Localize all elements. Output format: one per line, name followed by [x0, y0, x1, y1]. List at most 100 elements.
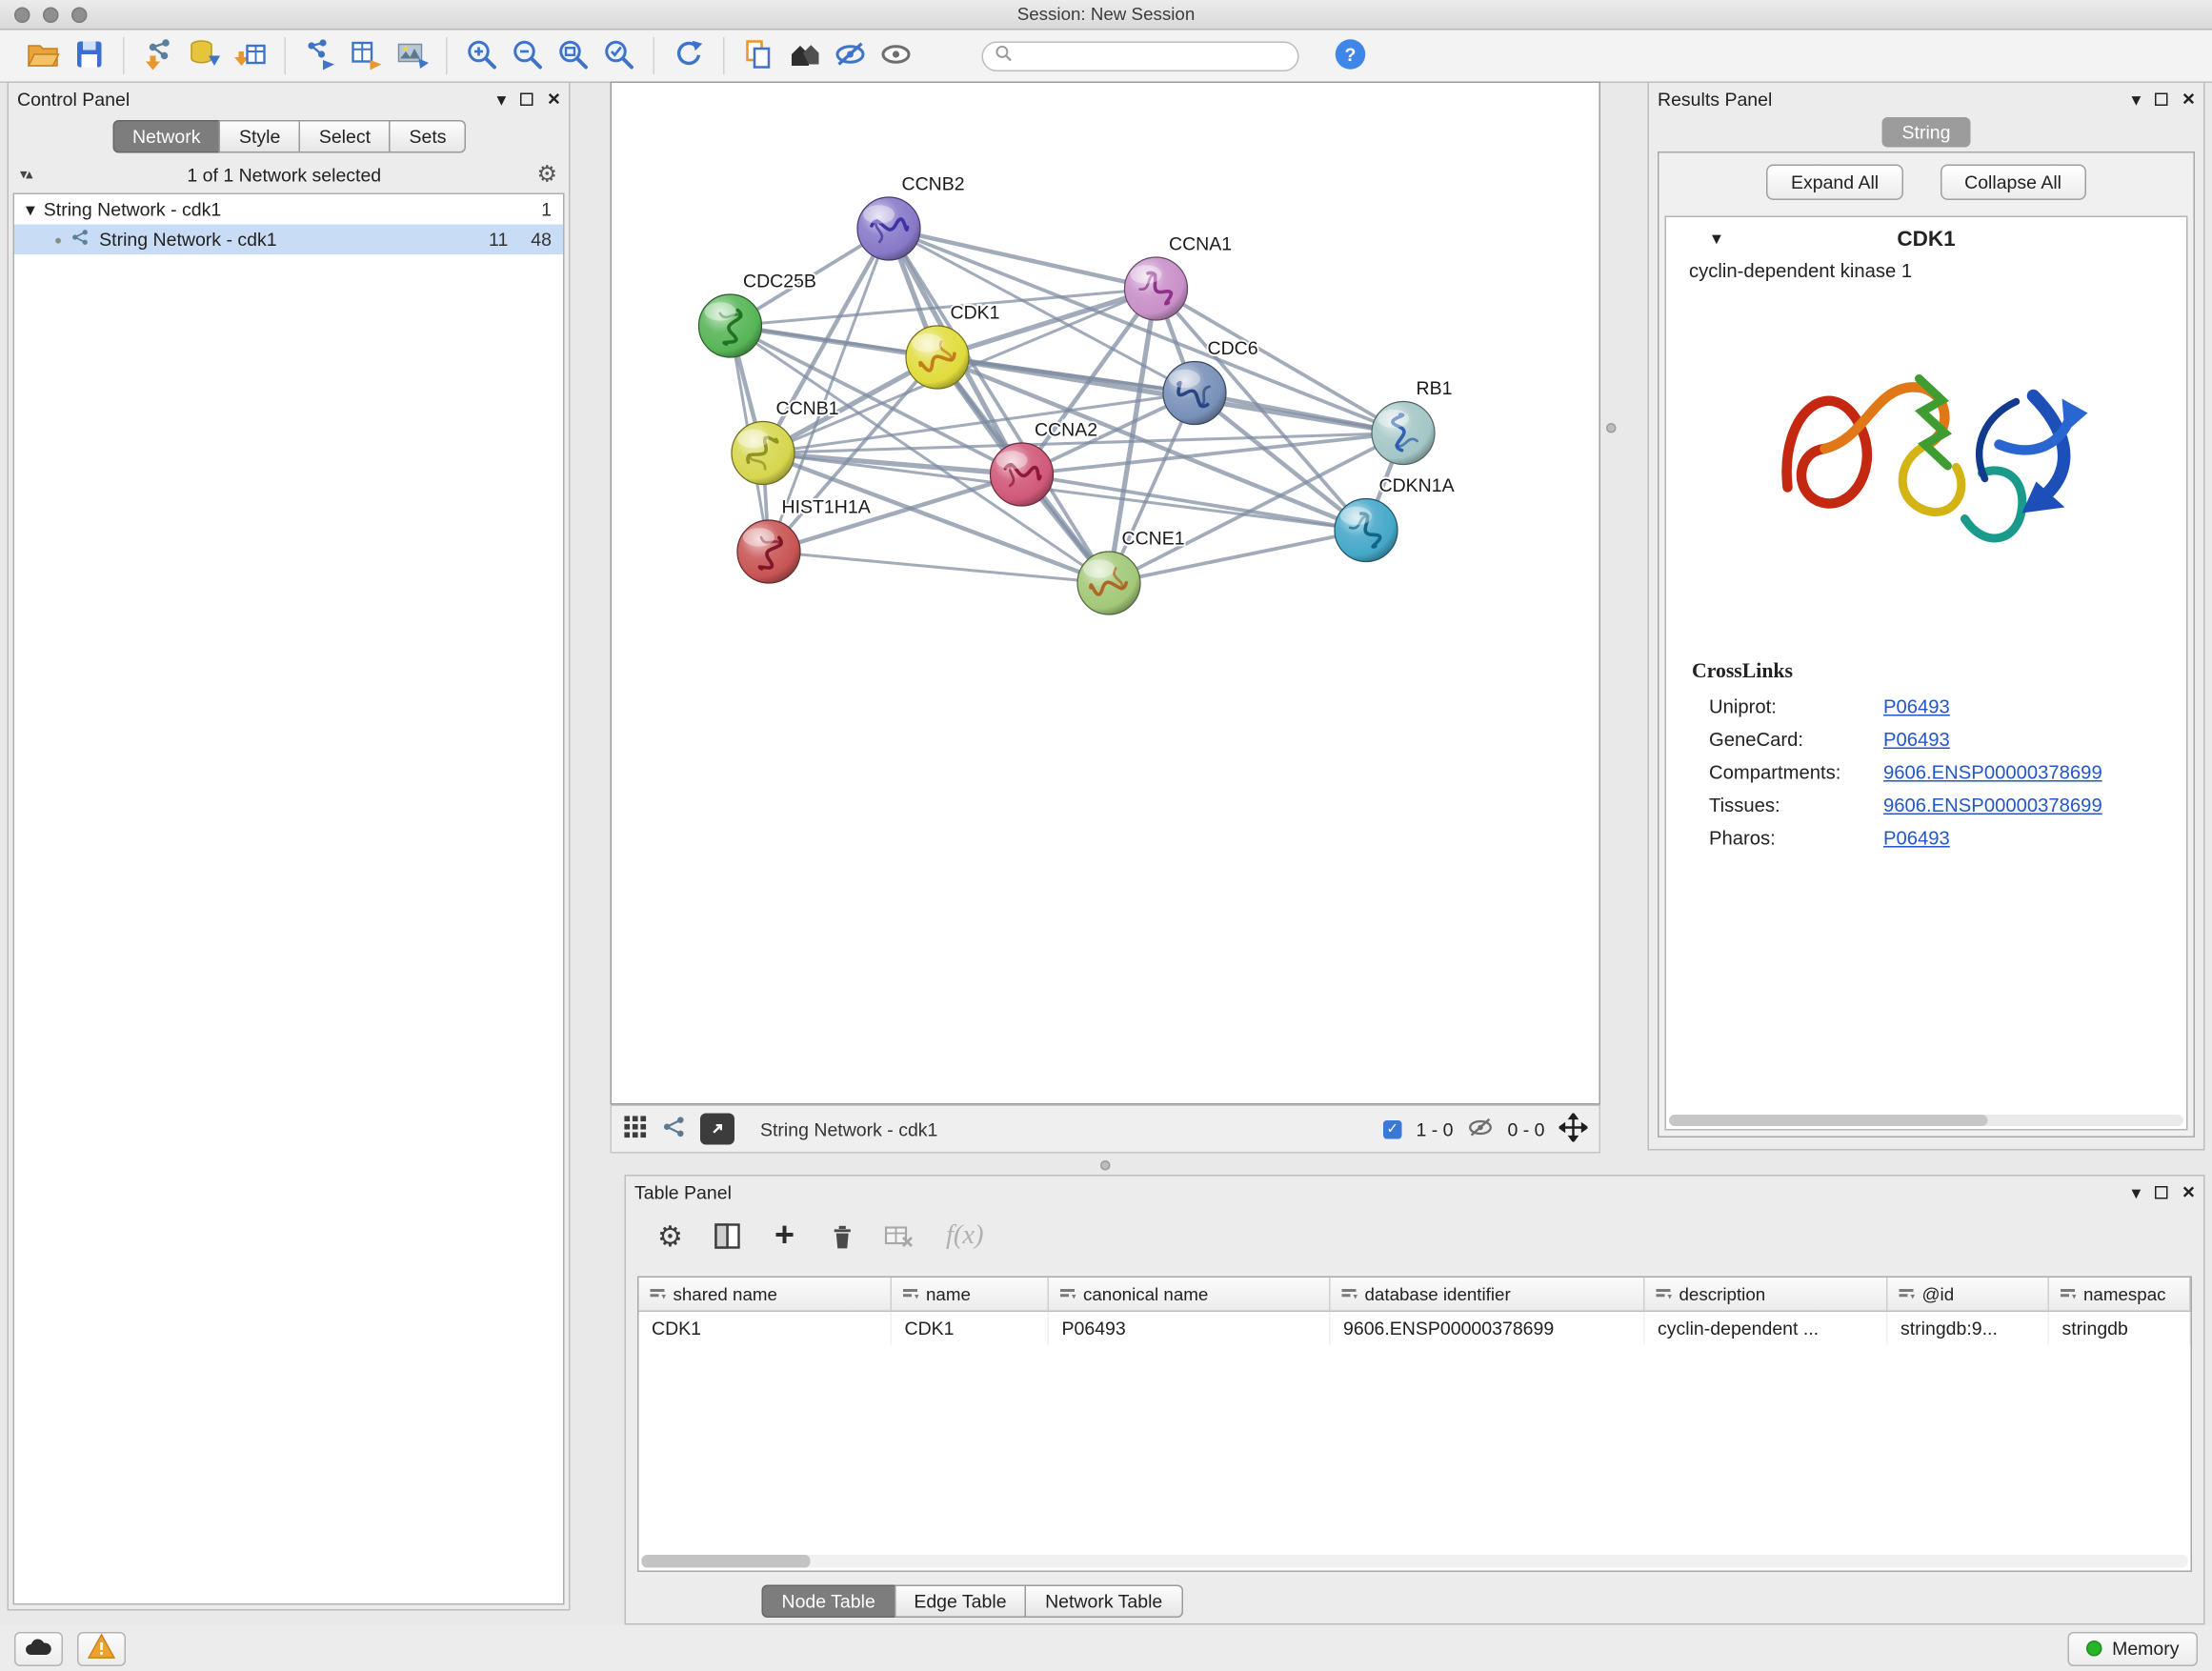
network-node-rb1[interactable] — [1372, 402, 1435, 465]
tree-expand-icon[interactable]: ▾ — [26, 198, 35, 221]
hidden-eye-slash-icon — [1467, 1114, 1493, 1144]
save-session-button[interactable] — [66, 34, 111, 77]
close-panel-icon[interactable]: × — [548, 87, 560, 111]
table-cell[interactable]: CDK1 — [892, 1312, 1049, 1345]
add-column-icon[interactable]: + — [766, 1218, 803, 1255]
table-row[interactable]: CDK1 CDK1 P06493 9606.ENSP00000378699 cy… — [639, 1312, 2191, 1345]
table-cell[interactable]: 9606.ENSP00000378699 — [1331, 1312, 1645, 1345]
show-all-button[interactable] — [874, 34, 919, 77]
delete-column-trash-icon[interactable] — [823, 1218, 860, 1255]
tab-edge-table[interactable]: Edge Table — [894, 1585, 1026, 1619]
network-node-cdkn1a[interactable] — [1335, 499, 1398, 562]
zoom-fit-button[interactable] — [551, 34, 596, 77]
import-network-database-button[interactable] — [182, 34, 228, 77]
close-panel-icon[interactable]: × — [2182, 87, 2195, 111]
splitter-handle[interactable] — [1606, 423, 1617, 433]
node-count: 11 — [489, 229, 508, 251]
network-node-cdc25b[interactable] — [699, 294, 762, 357]
search-field[interactable] — [982, 41, 1299, 71]
tab-network[interactable]: Network — [112, 120, 221, 153]
table-horizontal-scrollbar[interactable] — [642, 1555, 2188, 1568]
network-node-ccna2[interactable] — [991, 443, 1054, 506]
network-collection-row[interactable]: ▾ String Network - cdk1 1 — [14, 194, 563, 225]
network-options-gear-icon[interactable]: ⚙ — [536, 160, 557, 189]
network-node-ccna1[interactable] — [1125, 257, 1188, 320]
tab-node-table[interactable]: Node Table — [762, 1585, 895, 1619]
network-node-ccnb2[interactable] — [857, 197, 920, 260]
column-header[interactable]: description — [1645, 1278, 1888, 1312]
network-node-hist1h1a[interactable] — [737, 520, 800, 583]
table-cell[interactable]: cyclin-dependent ... — [1645, 1312, 1888, 1345]
network-share-icon[interactable] — [662, 1115, 687, 1143]
pan-crosshair-icon[interactable] — [1559, 1113, 1588, 1146]
tab-select[interactable]: Select — [299, 120, 391, 153]
table-cell[interactable]: stringdb:9... — [1888, 1312, 2050, 1345]
warnings-button[interactable] — [77, 1631, 126, 1665]
tab-network-table[interactable]: Network Table — [1025, 1585, 1182, 1619]
close-panel-icon[interactable]: × — [2182, 1179, 2195, 1204]
network-node-ccnb1[interactable] — [732, 422, 794, 485]
crosslink-link[interactable]: P06493 — [1883, 729, 1950, 751]
hide-selected-button[interactable] — [828, 34, 874, 77]
float-panel-icon[interactable] — [2155, 1185, 2168, 1198]
table-cell[interactable]: stringdb — [2049, 1312, 2191, 1345]
results-horizontal-scrollbar[interactable] — [1669, 1115, 2183, 1126]
table-settings-gear-icon[interactable]: ⚙ — [652, 1218, 689, 1255]
splitter-handle[interactable] — [1100, 1160, 1111, 1171]
zoom-selected-button[interactable] — [596, 34, 642, 77]
network-node-cdc6[interactable] — [1163, 362, 1226, 425]
network-node-ccne1[interactable] — [1077, 552, 1140, 614]
open-session-button[interactable] — [20, 34, 66, 77]
memory-button[interactable]: Memory — [2068, 1631, 2198, 1665]
export-table-button[interactable] — [343, 34, 389, 77]
panel-menu-icon[interactable]: ▾ — [2132, 1182, 2142, 1201]
crosslink-link[interactable]: P06493 — [1883, 696, 1950, 718]
protein-structure-image — [1748, 302, 2105, 635]
crosslink-link[interactable]: P06493 — [1883, 828, 1950, 850]
collapse-all-button[interactable]: Collapse All — [1941, 165, 2086, 201]
section-collapse-icon[interactable]: ▾ — [1712, 228, 1721, 251]
selected-checkbox-icon[interactable]: ✓ — [1383, 1119, 1402, 1138]
crosslink-link[interactable]: 9606.ENSP00000378699 — [1883, 762, 2102, 784]
home-view-button[interactable] — [782, 34, 828, 77]
column-header[interactable]: name — [892, 1278, 1049, 1312]
float-panel-icon[interactable] — [520, 92, 533, 106]
table-cell[interactable]: P06493 — [1049, 1312, 1331, 1345]
export-network-button[interactable] — [297, 34, 343, 77]
crosslink-label: Tissues: — [1709, 795, 1883, 816]
network-graph[interactable]: CCNB2CCNA1CDC25BCDK1CDC6RB1CCNB1CCNA2CDK… — [612, 83, 1602, 1106]
crosslink-link[interactable]: 9606.ENSP00000378699 — [1883, 795, 2102, 816]
panel-menu-icon[interactable]: ▾ — [497, 90, 507, 109]
collapse-expand-all-icon[interactable]: ▾▴ — [20, 167, 31, 183]
column-header[interactable]: @id — [1888, 1278, 2050, 1312]
search-input[interactable] — [1014, 46, 1287, 66]
network-label: String Network - cdk1 — [99, 229, 276, 251]
network-node-cdk1[interactable] — [906, 326, 969, 389]
tab-style[interactable]: Style — [219, 120, 300, 153]
import-table-button[interactable] — [228, 34, 273, 77]
network-view-canvas[interactable]: CCNB2CCNA1CDC25BCDK1CDC6RB1CCNB1CCNA2CDK… — [611, 82, 1601, 1105]
clone-network-button[interactable] — [736, 34, 782, 77]
tab-sets[interactable]: Sets — [390, 120, 467, 153]
help-button[interactable]: ? — [1328, 34, 1374, 77]
column-header[interactable]: database identifier — [1331, 1278, 1645, 1312]
panel-menu-icon[interactable]: ▾ — [2132, 90, 2142, 109]
network-row[interactable]: ● String Network - cdk1 11 48 — [14, 225, 563, 255]
cloud-status-button[interactable] — [14, 1631, 63, 1665]
select-columns-icon[interactable] — [709, 1218, 746, 1255]
column-header[interactable]: shared name — [639, 1278, 893, 1312]
table-cell[interactable]: CDK1 — [639, 1312, 893, 1345]
expand-all-button[interactable]: Expand All — [1766, 165, 1902, 201]
grid-view-icon[interactable] — [623, 1115, 648, 1143]
refresh-layout-button[interactable] — [666, 34, 712, 77]
export-image-button[interactable] — [389, 34, 434, 77]
zoom-out-button[interactable] — [505, 34, 551, 77]
float-panel-icon[interactable] — [2155, 92, 2168, 106]
column-header[interactable]: namespac — [2049, 1278, 2191, 1312]
detach-view-button[interactable] — [700, 1114, 734, 1145]
tab-string[interactable]: String — [1882, 117, 1971, 148]
import-network-file-button[interactable] — [136, 34, 182, 77]
node-name-heading: CDK1 — [1897, 227, 1955, 252]
column-header[interactable]: canonical name — [1049, 1278, 1331, 1312]
zoom-in-button[interactable] — [459, 34, 505, 77]
